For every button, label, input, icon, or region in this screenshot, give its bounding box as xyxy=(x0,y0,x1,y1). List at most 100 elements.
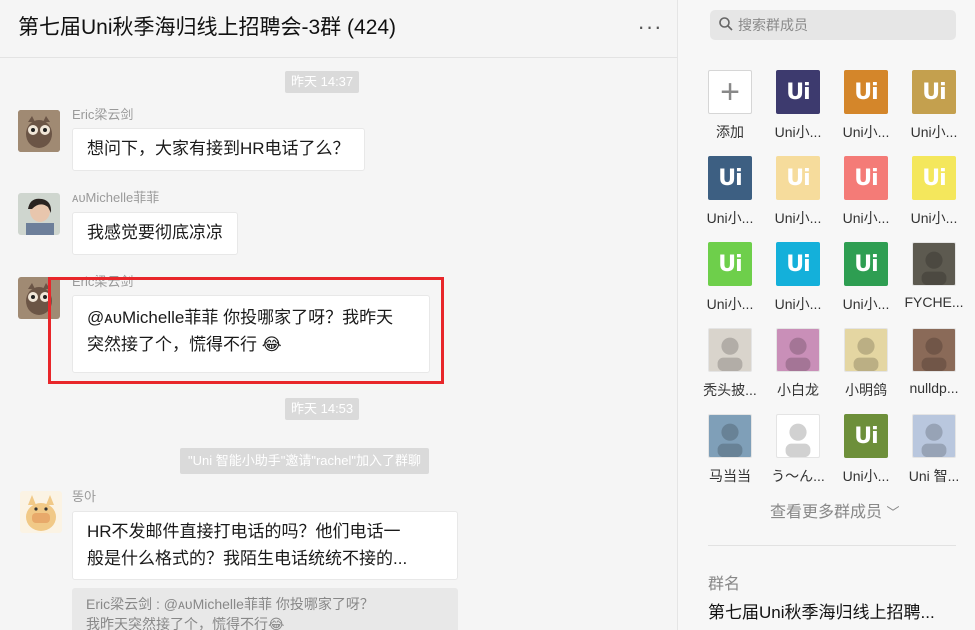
more-icon[interactable]: ··· xyxy=(637,16,663,40)
uni-logo-icon: Ui xyxy=(854,423,878,449)
timestamp: 昨天 14:53 xyxy=(285,398,360,420)
uni-logo-icon: Ui xyxy=(922,79,946,105)
uni-logo-avatar: Ui xyxy=(844,156,888,200)
uni-logo-avatar: Ui xyxy=(776,156,820,200)
member-item[interactable]: Ui Uni小... xyxy=(700,156,760,236)
message-line: 般是什么格式的？我陌生电话统统不接的... xyxy=(87,549,408,568)
member-item[interactable]: Ui Uni小... xyxy=(768,242,828,322)
chat-title: 第七届Uni秋季海归线上招聘会-3群 (424) xyxy=(18,16,397,39)
quote-line: 我昨天突然接了个，慌得不行😂 xyxy=(86,616,285,630)
uni-logo-icon: Ui xyxy=(786,165,810,191)
message-bubble[interactable]: HR不发邮件直接打电话的吗？他们电话一 般是什么格式的？我陌生电话统统不接的..… xyxy=(72,511,458,580)
member-name: Uni小... xyxy=(842,468,890,484)
member-item[interactable]: Ui Uni小... xyxy=(768,156,828,236)
member-avatar xyxy=(912,328,956,372)
member-name: FYCHE... xyxy=(904,294,964,310)
member-search[interactable] xyxy=(710,10,956,40)
avatar[interactable] xyxy=(20,491,62,533)
uni-logo-avatar: Ui xyxy=(776,70,820,114)
member-item[interactable]: FYCHE... xyxy=(904,242,964,322)
member-name: Uni小... xyxy=(774,124,822,140)
uni-logo-avatar: Ui xyxy=(844,414,888,458)
quoted-message[interactable]: Eric梁云剑 : @ᴀᴜMichelle菲菲 你投哪家了呀？ 我昨天突然接了个… xyxy=(72,588,458,630)
avatar[interactable] xyxy=(18,110,60,152)
member-item[interactable]: Ui Uni小... xyxy=(836,242,896,322)
member-name: 小白龙 xyxy=(777,382,819,398)
uni-logo-icon: Ui xyxy=(922,165,946,191)
member-name: Uni小... xyxy=(910,124,958,140)
add-member-button[interactable]: + 添加 xyxy=(700,70,760,150)
member-item[interactable]: 秃头披... xyxy=(700,328,760,408)
member-item[interactable]: Ui Uni小... xyxy=(836,156,896,236)
uni-logo-avatar: Ui xyxy=(844,70,888,114)
member-name: Uni 智... xyxy=(908,468,960,484)
member-item[interactable]: う～ん... xyxy=(768,414,828,494)
member-name: 添加 xyxy=(716,124,744,140)
member-item[interactable]: Ui Uni小... xyxy=(836,414,896,494)
member-name: Uni小... xyxy=(842,296,890,312)
uni-logo-icon: Ui xyxy=(718,165,742,191)
system-notice: "Uni 智能小助手"邀请"rachel"加入了群聊 xyxy=(180,448,429,474)
divider xyxy=(708,545,956,546)
group-info-sidebar: + 添加 Ui Uni小... Ui Uni小... Ui Uni小... Ui Uni小... U… xyxy=(677,0,975,630)
member-name: 马当当 xyxy=(709,468,751,484)
sender-name: 똥아 xyxy=(72,489,96,504)
uni-logo-icon: Ui xyxy=(854,165,878,191)
member-avatar xyxy=(708,328,752,372)
chevron-down-icon: ﹀ xyxy=(886,505,900,520)
member-item[interactable]: Uni 智... xyxy=(904,414,964,494)
quote-line: Eric梁云剑 : @ᴀᴜMichelle菲菲 你投哪家了呀？ xyxy=(86,596,374,612)
uni-logo-icon: Ui xyxy=(786,251,810,277)
member-item[interactable]: Ui Uni小... xyxy=(700,242,760,322)
uni-logo-avatar: Ui xyxy=(912,70,956,114)
member-item[interactable]: Ui Uni小... xyxy=(836,70,896,150)
member-avatar xyxy=(708,414,752,458)
uni-logo-icon: Ui xyxy=(786,79,810,105)
uni-logo-avatar: Ui xyxy=(776,242,820,286)
group-name-label: 群名 xyxy=(708,576,741,593)
member-item[interactable]: Ui Uni小... xyxy=(768,70,828,150)
view-more-members-link[interactable]: 查看更多群成员 ﹀ xyxy=(770,498,899,522)
uni-logo-icon: Ui xyxy=(718,251,742,277)
search-icon xyxy=(719,17,733,31)
member-avatar xyxy=(844,328,888,372)
uni-logo-avatar: Ui xyxy=(708,156,752,200)
member-name: 小明鸽 xyxy=(845,382,887,398)
message-bubble[interactable]: 我感觉要彻底凉凉 xyxy=(72,212,238,255)
member-avatar xyxy=(912,242,956,286)
member-avatar xyxy=(912,414,956,458)
group-name-value[interactable]: 第七届Uni秋季海归线上招聘... xyxy=(708,598,956,623)
search-input[interactable] xyxy=(738,10,948,40)
member-name: 秃头披... xyxy=(703,382,757,398)
chat-pane: 第七届Uni秋季海归线上招聘会-3群 (424) ··· 昨天 14:37 Er… xyxy=(0,0,677,630)
member-item[interactable]: Ui Uni小... xyxy=(904,70,964,150)
chat-header: 第七届Uni秋季海归线上招聘会-3群 (424) ··· xyxy=(0,0,677,58)
member-item[interactable]: 小白龙 xyxy=(768,328,828,408)
laughing-emoji-icon: 😂 xyxy=(268,616,285,630)
sender-name: ᴀᴜMichelle菲菲 xyxy=(72,190,160,205)
timestamp: 昨天 14:37 xyxy=(285,71,360,93)
member-item[interactable]: Ui Uni小... xyxy=(904,156,964,236)
member-name: う～ん... xyxy=(771,468,825,484)
uni-logo-icon: Ui xyxy=(854,251,878,277)
member-name: Uni小... xyxy=(842,210,890,226)
member-name: nulldp... xyxy=(909,380,959,396)
member-name: Uni小... xyxy=(774,210,822,226)
member-avatar xyxy=(776,328,820,372)
member-name: Uni小... xyxy=(842,124,890,140)
member-name: Uni小... xyxy=(910,210,958,226)
member-item[interactable]: 小明鸽 xyxy=(836,328,896,408)
uni-logo-icon: Ui xyxy=(854,79,878,105)
member-item[interactable]: nulldp... xyxy=(904,328,964,408)
avatar[interactable] xyxy=(18,193,60,235)
uni-logo-avatar: Ui xyxy=(912,156,956,200)
message-bubble[interactable]: 想问下，大家有接到HR电话了么？ xyxy=(72,128,365,171)
member-name: Uni小... xyxy=(774,296,822,312)
plus-icon: + xyxy=(708,70,752,114)
message-list[interactable]: 昨天 14:37 Eric梁云剑 想问下，大家有接到HR电话了么？ ᴀᴜMich… xyxy=(0,59,677,630)
member-avatar xyxy=(776,414,820,458)
message-line: HR不发邮件直接打电话的吗？他们电话一 xyxy=(87,522,401,541)
member-item[interactable]: 马当当 xyxy=(700,414,760,494)
red-highlight-box xyxy=(48,277,444,384)
sender-name: Eric梁云剑 xyxy=(72,107,134,122)
